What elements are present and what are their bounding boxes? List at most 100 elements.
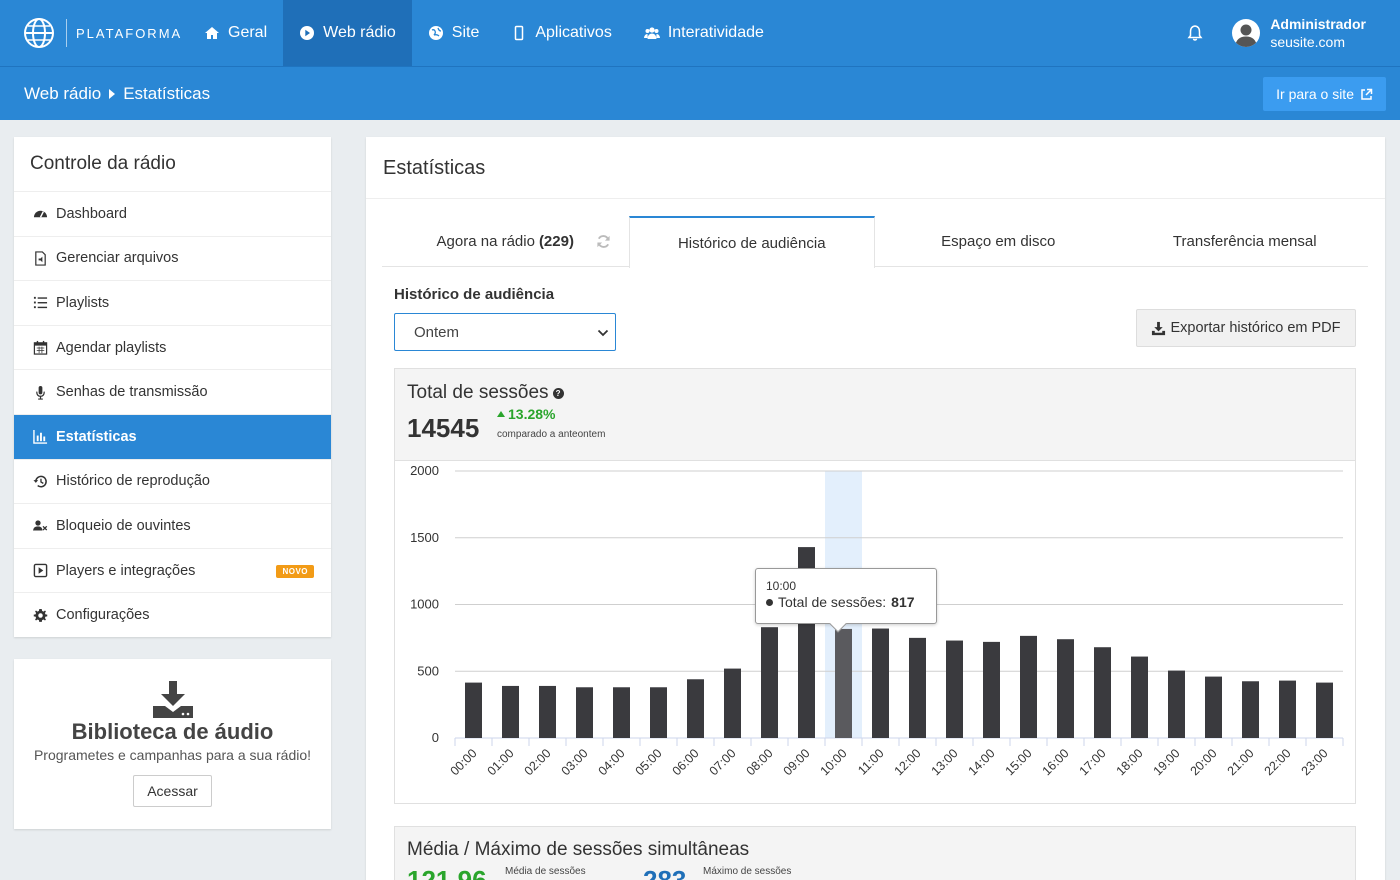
bar [872,628,889,738]
brand-name: PLATAFORMA [76,25,183,41]
bar [650,687,667,738]
x-tick-label: 20:00 [1188,746,1220,778]
go-to-site-label: Ir para o site [1276,86,1354,102]
x-tick-label: 01:00 [485,746,517,778]
x-tick-label: 13:00 [929,746,961,778]
new-badge: NOVO [276,564,314,578]
calendar-icon [33,341,48,355]
go-to-site-button[interactable]: Ir para o site [1263,77,1386,111]
sidebar-item-label: Dashboard [56,205,127,222]
avg-sessions-value: 121,96 [407,865,487,880]
bar-chart-icon [33,430,48,445]
export-pdf-button[interactable]: Exportar histórico em PDF [1136,309,1356,347]
radio-control-panel: Controle da rádio Dashboard Gerenciar ar… [14,137,331,637]
caret-right-icon [109,88,116,99]
bell-icon[interactable] [1186,24,1204,42]
x-tick-label: 15:00 [1003,746,1035,778]
sidebar-item-label: Agendar playlists [56,339,167,356]
sidebar-item-historico-reproducao[interactable]: Histórico de reprodução [14,458,331,504]
x-tick-label: 04:00 [596,746,628,778]
brand-logo[interactable]: PLATAFORMA [0,0,188,66]
list-icon [33,297,48,309]
nav-geral[interactable]: Geral [188,0,283,66]
x-tick-label: 06:00 [670,746,702,778]
sessions-bar-chart[interactable]: 0 500 1000 1500 2000 00:00 01:00 02:00 03:00 04:0… [395,461,1355,803]
bar [465,682,482,738]
bar [1316,682,1333,738]
nav-interatividade[interactable]: Interatividade [628,0,780,66]
sidebar-item-dashboard[interactable]: Dashboard [14,191,331,236]
tab-history-label: Histórico de audiência [677,234,826,252]
nav-aplicativos[interactable]: Aplicativos [495,0,627,66]
sidebar-item-label: Senhas de transmissão [56,384,208,401]
user-menu[interactable]: Administrador seusite.com [1270,15,1366,51]
total-sessions-card: Total de sessões ? 14545 13.28% comparad… [394,368,1356,804]
sidebar-item-configuracoes[interactable]: Configurações [14,592,331,637]
bar [1279,680,1296,738]
sidebar-item-players-integracoes[interactable]: Players e integrações NOVO [14,547,331,593]
sidebar-item-senhas-transmissao[interactable]: Senhas de transmissão [14,369,331,414]
download-drive-icon [152,681,193,718]
history-label: Histórico de audiência [394,286,555,303]
tooltip-series-dot [766,598,773,606]
export-pdf-label: Exportar histórico em PDF [1170,320,1341,336]
x-tick-label: 23:00 [1299,746,1331,778]
y-tick-label: 1000 [410,597,439,612]
bar [1020,635,1037,738]
sidebar-item-playlists[interactable]: Playlists [14,280,331,325]
simultaneous-sessions-card: Média / Máximo de sessões simultâneas 12… [394,826,1356,880]
bar [909,637,926,738]
home-icon [205,27,219,39]
sessions-compare-label: comparado a anteontem [497,429,606,440]
sidebar-item-label: Playlists [56,294,110,311]
bar [1168,670,1185,738]
nav-interatividade-label: Interatividade [667,24,764,41]
library-access-button[interactable]: Acessar [133,775,212,807]
tooltip-value: 817 [891,594,915,610]
tab-monthly-transfer[interactable]: Transferência mensal [1122,216,1369,267]
x-tick-label: 18:00 [1114,746,1146,778]
breadcrumb-page: Estatísticas [123,83,211,103]
caret-up-icon [497,411,505,417]
help-icon[interactable]: ? [552,387,564,399]
bar [687,679,704,738]
play-circle-icon [300,26,315,40]
nav-aplicativos-label: Aplicativos [535,24,612,41]
max-sessions-value: 283 [643,865,687,880]
user-name: Administrador [1270,16,1366,32]
statistics-panel: Estatísticas Agora na rádio (229) Histór… [366,137,1385,880]
bar [983,641,1000,738]
page-title: Estatísticas [383,157,486,179]
bar [761,627,778,738]
tooltip-time: 10:00 [766,579,797,593]
breadcrumb-section[interactable]: Web rádio [24,84,101,104]
tab-now-on-radio[interactable]: Agora na rádio (229) [382,216,629,267]
audio-file-icon [35,251,46,266]
sidebar-item-gerenciar-arquivos[interactable]: Gerenciar arquivos [14,235,331,281]
sidebar-item-estatisticas[interactable]: Estatísticas [14,413,331,459]
x-tick-label: 03:00 [559,746,591,778]
sessions-change-value: 13.28% [508,406,556,422]
sidebar-item-agendar-playlists[interactable]: Agendar playlists [14,324,331,370]
total-sessions-title: Total de sessões ? [407,382,564,404]
x-tick-label: 14:00 [966,746,998,778]
x-tick-label: 07:00 [707,746,739,778]
sidebar-item-label: Configurações [56,607,150,624]
y-tick-label: 0 [432,730,439,745]
nav-geral-label: Geral [228,24,268,41]
sidebar-item-bloqueio-ouvintes[interactable]: Bloqueio de ouvintes [14,503,331,548]
nav-site[interactable]: Site [412,0,496,66]
avatar[interactable] [1232,19,1261,47]
nav-web-radio[interactable]: Web rádio [283,0,412,66]
period-select[interactable]: Ontem [394,313,616,351]
total-sessions-title-text: Total de sessões [407,382,549,403]
x-tick-label: 17:00 [1077,746,1109,778]
history-icon [33,475,47,488]
total-sessions-header: Total de sessões ? 14545 13.28% comparad… [395,369,1355,461]
x-tick-label: 16:00 [1040,746,1072,778]
tab-audience-history[interactable]: Histórico de audiência [628,216,875,268]
tab-disk-space[interactable]: Espaço em disco [875,216,1122,267]
main-menu: Geral Web rádio Site Aplicativos Interat… [188,0,780,66]
sidebar-title: Controle da rádio [30,153,176,174]
refresh-icon[interactable] [596,234,611,249]
